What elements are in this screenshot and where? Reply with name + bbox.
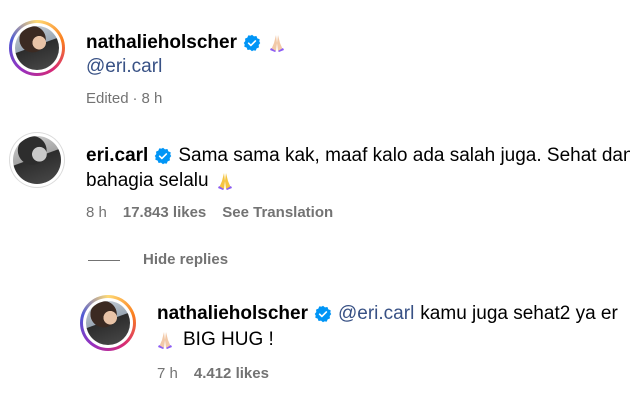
- mention-link[interactable]: @eri.carl: [338, 303, 414, 325]
- comment-header: nathalieholscher: [86, 32, 285, 54]
- praying-hands-emoji-icon: [217, 172, 233, 190]
- comment-text: Sama sama kak, maaf kalo ada salah juga.…: [178, 145, 630, 166]
- avatar[interactable]: [9, 132, 65, 188]
- comment-text: bahagia selalu: [86, 170, 209, 191]
- see-translation-button[interactable]: See Translation: [222, 204, 333, 221]
- verified-badge-icon: [314, 305, 332, 323]
- avatar[interactable]: [80, 295, 136, 351]
- username-link[interactable]: nathalieholscher: [86, 32, 237, 54]
- edited-label: Edited: [86, 90, 129, 107]
- timestamp: 8 h: [141, 90, 163, 107]
- praying-hands-emoji-icon: [269, 34, 285, 52]
- hide-replies-button[interactable]: Hide replies: [143, 251, 228, 268]
- likes-count[interactable]: 17.843 likes: [123, 204, 206, 221]
- timestamp: 7 h: [157, 365, 178, 382]
- mention-link[interactable]: @eri.carl: [86, 56, 162, 78]
- comment-text: BIG HUG !: [183, 329, 274, 350]
- comment-text: kamu juga sehat2 ya er: [420, 303, 618, 324]
- verified-badge-icon: [154, 147, 172, 165]
- username-link[interactable]: nathalieholscher: [157, 303, 308, 325]
- avatar[interactable]: [9, 20, 65, 76]
- replies-divider-line: [88, 260, 120, 261]
- timestamp: 8 h: [86, 204, 107, 221]
- likes-count[interactable]: 4.412 likes: [194, 365, 269, 382]
- separator-dot: ·: [132, 90, 138, 107]
- verified-badge-icon: [243, 34, 261, 52]
- username-link[interactable]: eri.carl: [86, 145, 148, 167]
- praying-hands-emoji-icon: [157, 331, 173, 349]
